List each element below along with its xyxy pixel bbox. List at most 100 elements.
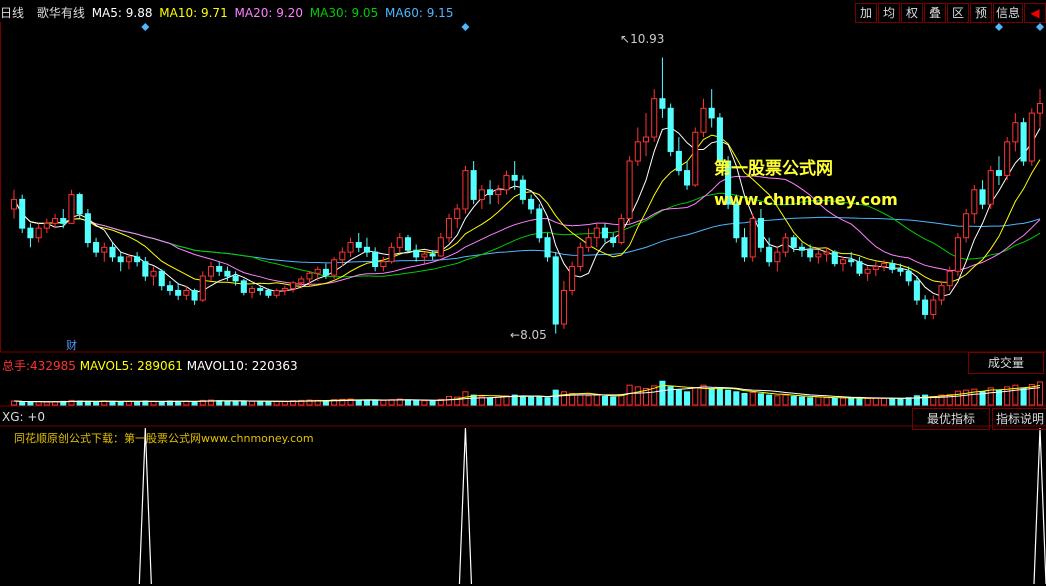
candle[interactable] [109, 246, 116, 258]
candle[interactable] [445, 218, 453, 239]
candle[interactable] [298, 278, 305, 284]
candle[interactable] [240, 280, 247, 293]
candle[interactable] [248, 288, 256, 293]
candle[interactable] [478, 189, 485, 200]
candle[interactable] [536, 208, 543, 239]
candle[interactable] [552, 256, 559, 325]
candle[interactable] [19, 198, 26, 229]
indicator-desc-button[interactable]: 指标说明 [992, 408, 1046, 430]
candle[interactable] [232, 275, 239, 282]
candle[interactable] [183, 289, 190, 296]
candle[interactable] [339, 251, 346, 261]
candle[interactable] [544, 237, 551, 258]
candle[interactable] [462, 170, 469, 210]
candle[interactable] [331, 259, 338, 276]
candle[interactable] [487, 189, 494, 196]
candle[interactable] [807, 249, 814, 258]
candle[interactable] [84, 213, 91, 244]
candle[interactable] [601, 227, 609, 239]
candle[interactable] [35, 227, 42, 239]
candle[interactable] [1020, 122, 1027, 162]
candle[interactable] [101, 246, 108, 253]
candle[interactable] [454, 208, 461, 220]
candle[interactable] [396, 237, 403, 248]
candle[interactable] [675, 150, 682, 172]
signal-diamond-icon[interactable] [461, 23, 470, 31]
candle[interactable] [273, 289, 280, 296]
candle[interactable] [987, 170, 994, 205]
candle[interactable] [314, 268, 321, 274]
candle[interactable] [946, 270, 953, 287]
candle[interactable] [848, 259, 855, 263]
candle[interactable] [60, 218, 67, 224]
candle[interactable] [938, 285, 945, 301]
candle[interactable] [733, 203, 740, 239]
candle[interactable] [634, 141, 641, 162]
candle[interactable] [281, 288, 288, 291]
candle[interactable] [257, 288, 264, 291]
candle[interactable] [1012, 122, 1019, 143]
candle[interactable] [766, 246, 773, 263]
candle[interactable] [10, 198, 18, 210]
candle[interactable] [618, 218, 625, 244]
candle[interactable] [134, 256, 141, 263]
candle[interactable] [372, 251, 379, 267]
candle[interactable] [569, 266, 576, 291]
candle[interactable] [150, 270, 157, 277]
candle[interactable] [913, 280, 920, 301]
candle[interactable] [27, 227, 34, 239]
candle[interactable] [823, 251, 830, 255]
candle[interactable] [626, 160, 633, 220]
candle[interactable] [905, 270, 912, 282]
best-indicator-button[interactable]: 最优指标 [912, 408, 990, 430]
candle[interactable] [642, 136, 650, 143]
candle[interactable] [43, 222, 50, 229]
candle[interactable] [692, 131, 699, 186]
candle[interactable] [971, 189, 978, 215]
candle[interactable] [265, 289, 272, 296]
signal-diamond-icon[interactable] [141, 23, 150, 31]
candle[interactable] [290, 282, 297, 290]
candle[interactable] [503, 174, 510, 191]
candle[interactable] [741, 237, 748, 258]
candle[interactable] [191, 289, 198, 301]
candle[interactable] [774, 251, 781, 263]
candle[interactable] [216, 266, 223, 272]
candle[interactable] [421, 253, 428, 258]
signal-diamond-icon[interactable] [994, 23, 1003, 31]
candle[interactable] [519, 179, 526, 200]
candle[interactable] [922, 299, 929, 315]
candle[interactable] [585, 237, 592, 248]
candle[interactable] [560, 289, 567, 325]
candle[interactable] [1004, 141, 1011, 176]
candle[interactable] [199, 275, 206, 301]
candle[interactable] [790, 237, 797, 248]
candle[interactable] [528, 198, 535, 210]
candle[interactable] [593, 227, 600, 239]
candle[interactable] [511, 174, 518, 181]
candle[interactable] [757, 218, 764, 248]
candle[interactable] [700, 107, 707, 133]
candle[interactable] [749, 218, 756, 258]
candle[interactable] [995, 170, 1003, 176]
candle[interactable] [207, 266, 215, 277]
candle[interactable] [51, 218, 59, 224]
signal-diamond-icon[interactable] [1036, 23, 1044, 31]
candle[interactable] [495, 189, 502, 196]
candle[interactable] [667, 107, 674, 152]
candle[interactable] [166, 285, 173, 291]
candle[interactable] [68, 194, 75, 224]
candle[interactable] [881, 263, 888, 268]
candle[interactable] [708, 107, 715, 119]
candle[interactable] [651, 98, 658, 138]
candle[interactable] [347, 242, 354, 253]
candle[interactable] [889, 263, 896, 270]
candle[interactable] [684, 170, 691, 186]
candle[interactable] [363, 246, 370, 253]
candle[interactable] [897, 268, 904, 272]
candle[interactable] [577, 246, 584, 268]
candle[interactable] [1036, 103, 1044, 114]
candle[interactable] [856, 261, 863, 274]
candle[interactable] [930, 299, 937, 315]
candle[interactable] [413, 249, 420, 258]
